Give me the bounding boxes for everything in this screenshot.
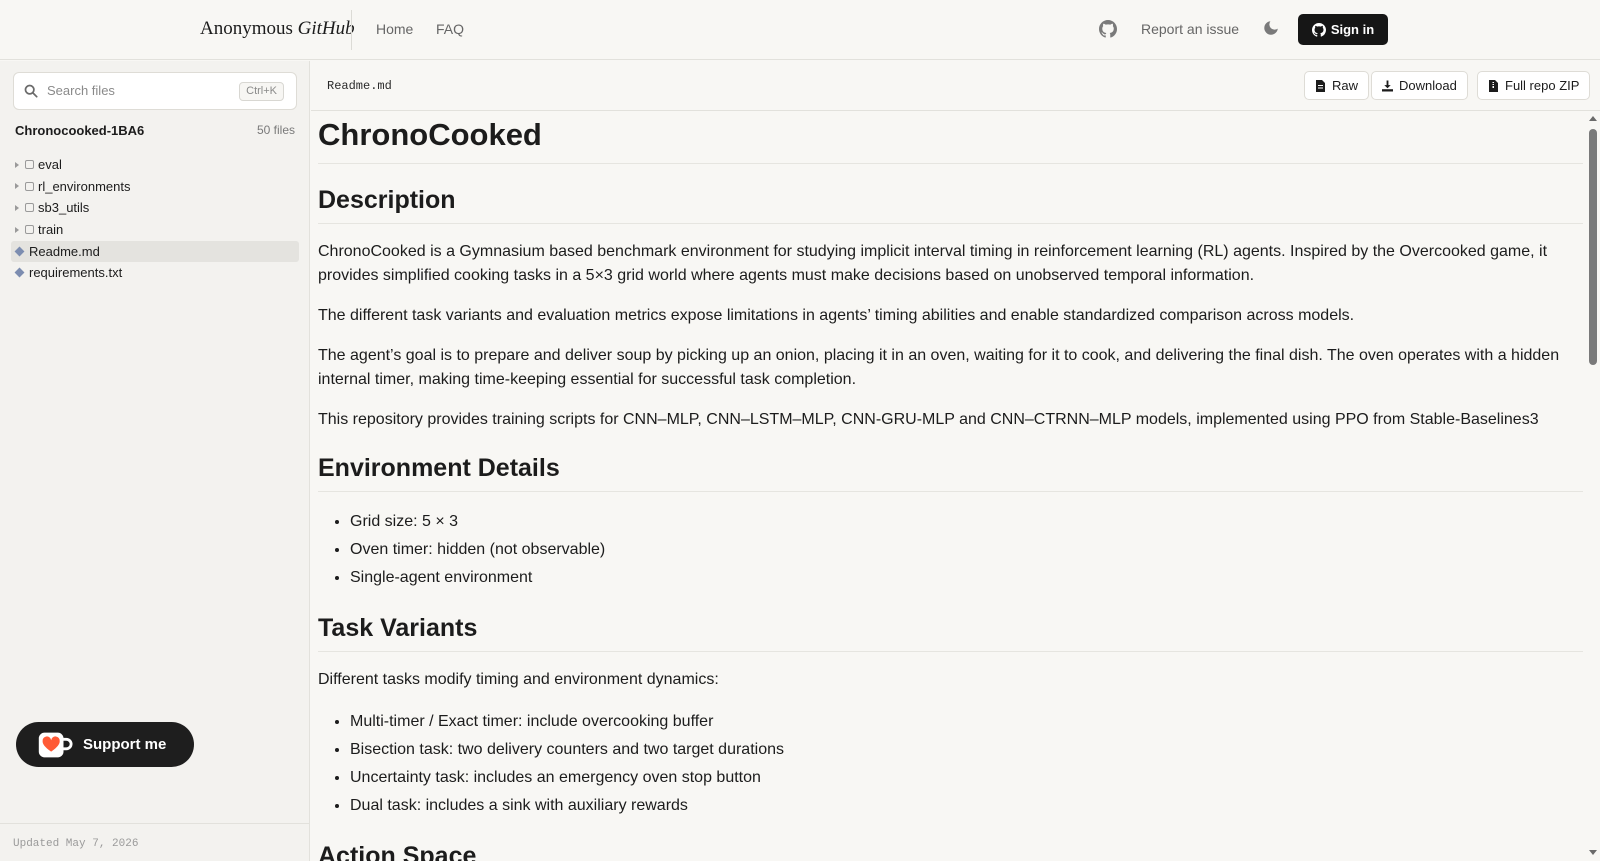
list-item: Dual task: includes a sink with auxiliar… [350,792,1586,820]
brand-divider [351,10,352,50]
brand-text-italic: GitHub [297,18,355,39]
heading-task-variants: Task Variants [318,614,1583,652]
environment-list: Grid size: 5 × 3 Oven timer: hidden (not… [318,508,1586,592]
folder-icon [25,225,34,235]
github-icon[interactable] [1099,20,1117,38]
search-input[interactable]: Search files Ctrl+K [13,72,297,110]
moon-icon[interactable] [1262,19,1280,37]
tree-folder-sb3-utils[interactable]: sb3_utils [11,197,299,218]
repo-name: Chronocooked-1BA6 [15,123,145,138]
folder-icon [25,181,34,191]
list-item: Uncertainty task: includes an emergency … [350,764,1586,792]
heart-cup-icon [38,732,73,757]
updated-date: Updated May 7, 2026 [13,838,139,850]
chevron-right-icon [15,161,19,168]
search-placeholder: Search files [47,83,115,98]
github-icon [1311,22,1326,37]
paragraph: ChronoCooked is a Gymnasium based benchm… [318,243,1548,284]
list-item: Bisection task: two delivery counters an… [350,736,1586,764]
scroll-down-arrow-icon[interactable] [1589,850,1597,855]
file-count: 50 files [256,123,295,137]
brand-logo[interactable]: Anonymous GitHub [200,18,355,40]
tree-folder-rl-environments[interactable]: rl_environments [11,176,299,197]
support-label: Support me [83,736,167,753]
chevron-right-icon [15,204,19,211]
paragraph: The agent’s goal is to prepare and deliv… [318,347,1560,388]
brand-text: Anonymous [200,18,298,39]
readme-content: ChronoCooked Description ChronoCooked is… [311,112,1586,861]
full-repo-zip-button[interactable]: Full repo ZIP [1477,71,1591,100]
tree-item-label: rl_environments [38,178,131,194]
folder-icon [25,160,34,169]
list-item: Oven timer: hidden (not observable) [350,536,1586,564]
sign-in-label: Sign in [1330,22,1375,37]
chevron-right-icon [15,226,19,233]
heading-description: Description [318,186,1583,224]
scroll-up-arrow-icon[interactable] [1589,116,1597,121]
folder-icon [25,203,34,213]
support-me-button[interactable]: Support me [16,722,194,767]
tree-folder-train[interactable]: train [11,219,299,240]
raw-button[interactable]: Raw [1304,71,1370,100]
tree-item-label: sb3_utils [38,200,90,216]
raw-label: Raw [1332,78,1359,93]
task-list: Multi-timer / Exact timer: include overc… [318,708,1586,820]
chevron-right-icon [15,183,19,190]
paragraph: Different tasks modify timing and enviro… [318,671,719,688]
file-zip-icon [1489,79,1498,92]
top-bar: Anonymous GitHub Home FAQ Report an issu… [0,0,1600,60]
nav-home[interactable]: Home [376,21,413,37]
file-icon [1316,79,1325,92]
tree-file-readme[interactable]: Readme.md [11,240,299,262]
scrollbar-thumb[interactable] [1589,129,1597,365]
tree-item-label: Readme.md [29,243,100,259]
search-icon [24,84,38,98]
file-header: Readme.md Raw Download Full repo ZIP [311,61,1600,111]
list-item: Multi-timer / Exact timer: include overc… [350,708,1586,736]
download-button[interactable]: Download [1371,71,1468,100]
sign-in-button[interactable]: Sign in [1298,14,1388,45]
tree-item-label: train [38,222,64,238]
file-tree: eval rl_environments sb3_utils train Rea… [11,154,299,284]
download-label: Download [1399,78,1457,93]
readme-title: ChronoCooked [318,117,1583,164]
nav-faq[interactable]: FAQ [436,21,464,37]
tree-item-label: eval [38,157,62,172]
full-repo-zip-label: Full repo ZIP [1505,78,1580,93]
search-shortcut-badge: Ctrl+K [239,82,284,101]
heading-environment-details: Environment Details [318,454,1583,492]
tree-item-label: requirements.txt [29,265,123,281]
heading-action-space: Action Space [318,842,1583,861]
report-issue-link[interactable]: Report an issue [1141,21,1239,37]
file-icon [14,246,25,257]
list-item: Grid size: 5 × 3 [350,508,1586,536]
list-item: Single-agent environment [350,564,1586,592]
scrollbar[interactable] [1586,112,1600,861]
sidebar-footer: Updated May 7, 2026 [0,823,309,861]
file-icon [14,267,25,278]
tree-file-requirements[interactable]: requirements.txt [11,262,299,283]
download-icon [1382,80,1393,91]
tree-folder-eval[interactable]: eval [11,154,299,175]
file-path: Readme.md [327,79,392,93]
paragraph: This repository provides training script… [318,411,1539,428]
paragraph: The different task variants and evaluati… [318,307,1355,324]
